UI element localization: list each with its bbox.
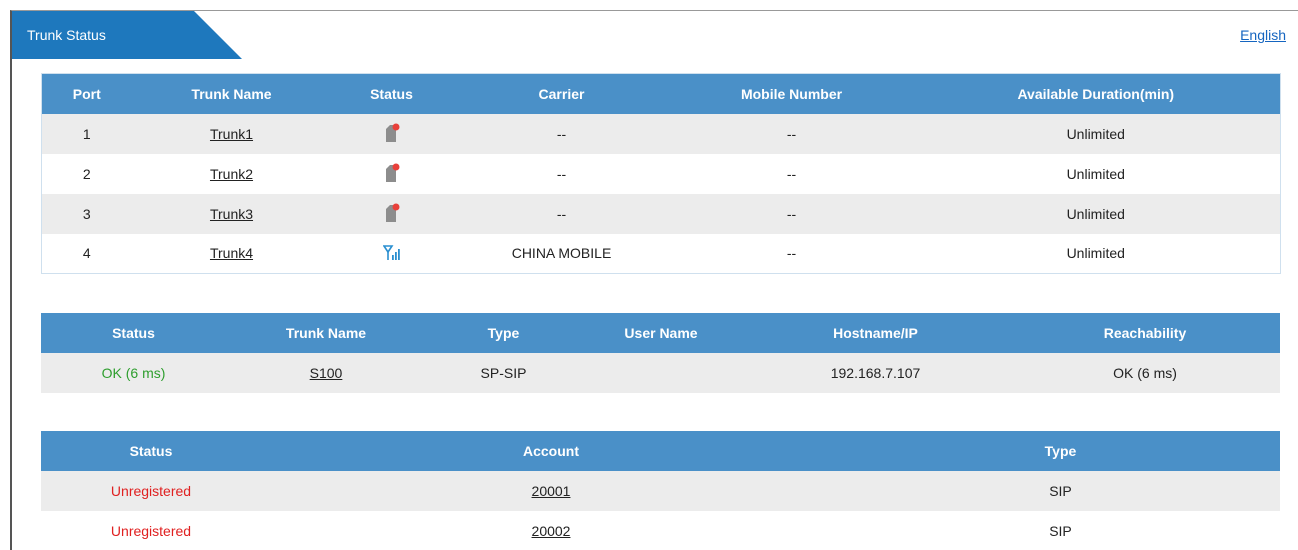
duration-cell: Unlimited <box>911 233 1281 274</box>
account-table: Status Account Type Unregistered 20001 S… <box>41 431 1280 550</box>
column-header-user-name: User Name <box>581 313 741 353</box>
status-cell: Unregistered <box>41 471 261 511</box>
duration-cell: Unlimited <box>911 113 1281 154</box>
trunk-link[interactable]: Trunk3 <box>210 206 253 222</box>
status-cell: OK (6 ms) <box>41 353 226 393</box>
table-row: OK (6 ms) S100 SP-SIP 192.168.7.107 OK (… <box>41 353 1280 393</box>
account-cell: 20001 <box>261 471 841 511</box>
status-cell <box>331 113 452 154</box>
column-header-available-duration: Available Duration(min) <box>911 73 1281 114</box>
column-header-hostname-ip: Hostname/IP <box>741 313 1010 353</box>
reachability-cell: OK (6 ms) <box>1010 353 1280 393</box>
duration-cell: Unlimited <box>911 193 1281 234</box>
status-cell <box>331 193 452 234</box>
table-row: 3 Trunk3 -- -- Unlimited <box>41 193 1281 234</box>
user-name-cell <box>581 353 741 393</box>
top-bar: Trunk Status English <box>12 11 1298 59</box>
table-row: Unregistered 20001 SIP <box>41 471 1280 511</box>
trunk-status-panel: Trunk Status English Port Trunk Name Sta… <box>10 10 1298 550</box>
status-cell <box>331 233 452 274</box>
trunk-name-cell: Trunk2 <box>131 153 332 194</box>
type-cell: SIP <box>841 511 1280 550</box>
port-cell: 2 <box>41 153 132 194</box>
mobile-number-cell: -- <box>671 153 912 194</box>
trunk-name-cell: Trunk1 <box>131 113 332 154</box>
signal-icon <box>382 245 400 261</box>
column-header-status: Status <box>41 313 226 353</box>
carrier-cell: -- <box>451 153 672 194</box>
tab-trunk-status[interactable]: Trunk Status <box>12 11 242 59</box>
table-row: Unregistered 20002 SIP <box>41 511 1280 550</box>
sim-error-icon <box>385 163 399 182</box>
status-cell: Unregistered <box>41 511 261 550</box>
table-header-row: Status Trunk Name Type User Name Hostnam… <box>41 313 1280 353</box>
column-header-type: Type <box>426 313 581 353</box>
sim-error-icon <box>385 203 399 222</box>
column-header-type: Type <box>841 431 1280 471</box>
table-row: 2 Trunk2 -- -- Unlimited <box>41 153 1281 194</box>
carrier-cell: CHINA MOBILE <box>451 233 672 274</box>
sip-trunk-table: Status Trunk Name Type User Name Hostnam… <box>41 313 1280 393</box>
column-header-reachability: Reachability <box>1010 313 1280 353</box>
mobile-number-cell: -- <box>671 193 912 234</box>
port-cell: 3 <box>41 193 132 234</box>
tab-title: Trunk Status <box>27 27 106 43</box>
carrier-cell: -- <box>451 113 672 154</box>
table-header-row: Port Trunk Name Status Carrier Mobile Nu… <box>41 73 1281 114</box>
table-row: 4 Trunk4 CHINA MOBILE -- Unlimited <box>41 233 1281 274</box>
sim-error-icon <box>385 123 399 142</box>
mobile-number-cell: -- <box>671 113 912 154</box>
gsm-trunk-table: Port Trunk Name Status Carrier Mobile Nu… <box>41 73 1281 274</box>
type-cell: SIP <box>841 471 1280 511</box>
status-cell <box>331 153 452 194</box>
port-cell: 4 <box>41 233 132 274</box>
account-link[interactable]: 20001 <box>532 483 571 499</box>
column-header-trunk-name: Trunk Name <box>226 313 426 353</box>
trunk-name-cell: S100 <box>226 353 426 393</box>
table-header-row: Status Account Type <box>41 431 1280 471</box>
mobile-number-cell: -- <box>671 233 912 274</box>
column-header-port: Port <box>41 73 132 114</box>
trunk-name-cell: Trunk4 <box>131 233 332 274</box>
column-header-carrier: Carrier <box>451 73 672 114</box>
duration-cell: Unlimited <box>911 153 1281 194</box>
hostname-cell: 192.168.7.107 <box>741 353 1010 393</box>
column-header-mobile-number: Mobile Number <box>671 73 912 114</box>
account-cell: 20002 <box>261 511 841 550</box>
language-link[interactable]: English <box>1240 27 1286 43</box>
trunk-name-cell: Trunk3 <box>131 193 332 234</box>
type-cell: SP-SIP <box>426 353 581 393</box>
trunk-link[interactable]: Trunk2 <box>210 166 253 182</box>
column-header-status: Status <box>331 73 452 114</box>
account-link[interactable]: 20002 <box>532 523 571 539</box>
table-row: 1 Trunk1 -- -- Unlimited <box>41 113 1281 154</box>
column-header-account: Account <box>261 431 841 471</box>
trunk-link[interactable]: S100 <box>310 365 343 381</box>
port-cell: 1 <box>41 113 132 154</box>
column-header-status: Status <box>41 431 261 471</box>
column-header-trunk-name: Trunk Name <box>131 73 332 114</box>
carrier-cell: -- <box>451 193 672 234</box>
trunk-link[interactable]: Trunk1 <box>210 126 253 142</box>
trunk-link[interactable]: Trunk4 <box>210 245 253 261</box>
